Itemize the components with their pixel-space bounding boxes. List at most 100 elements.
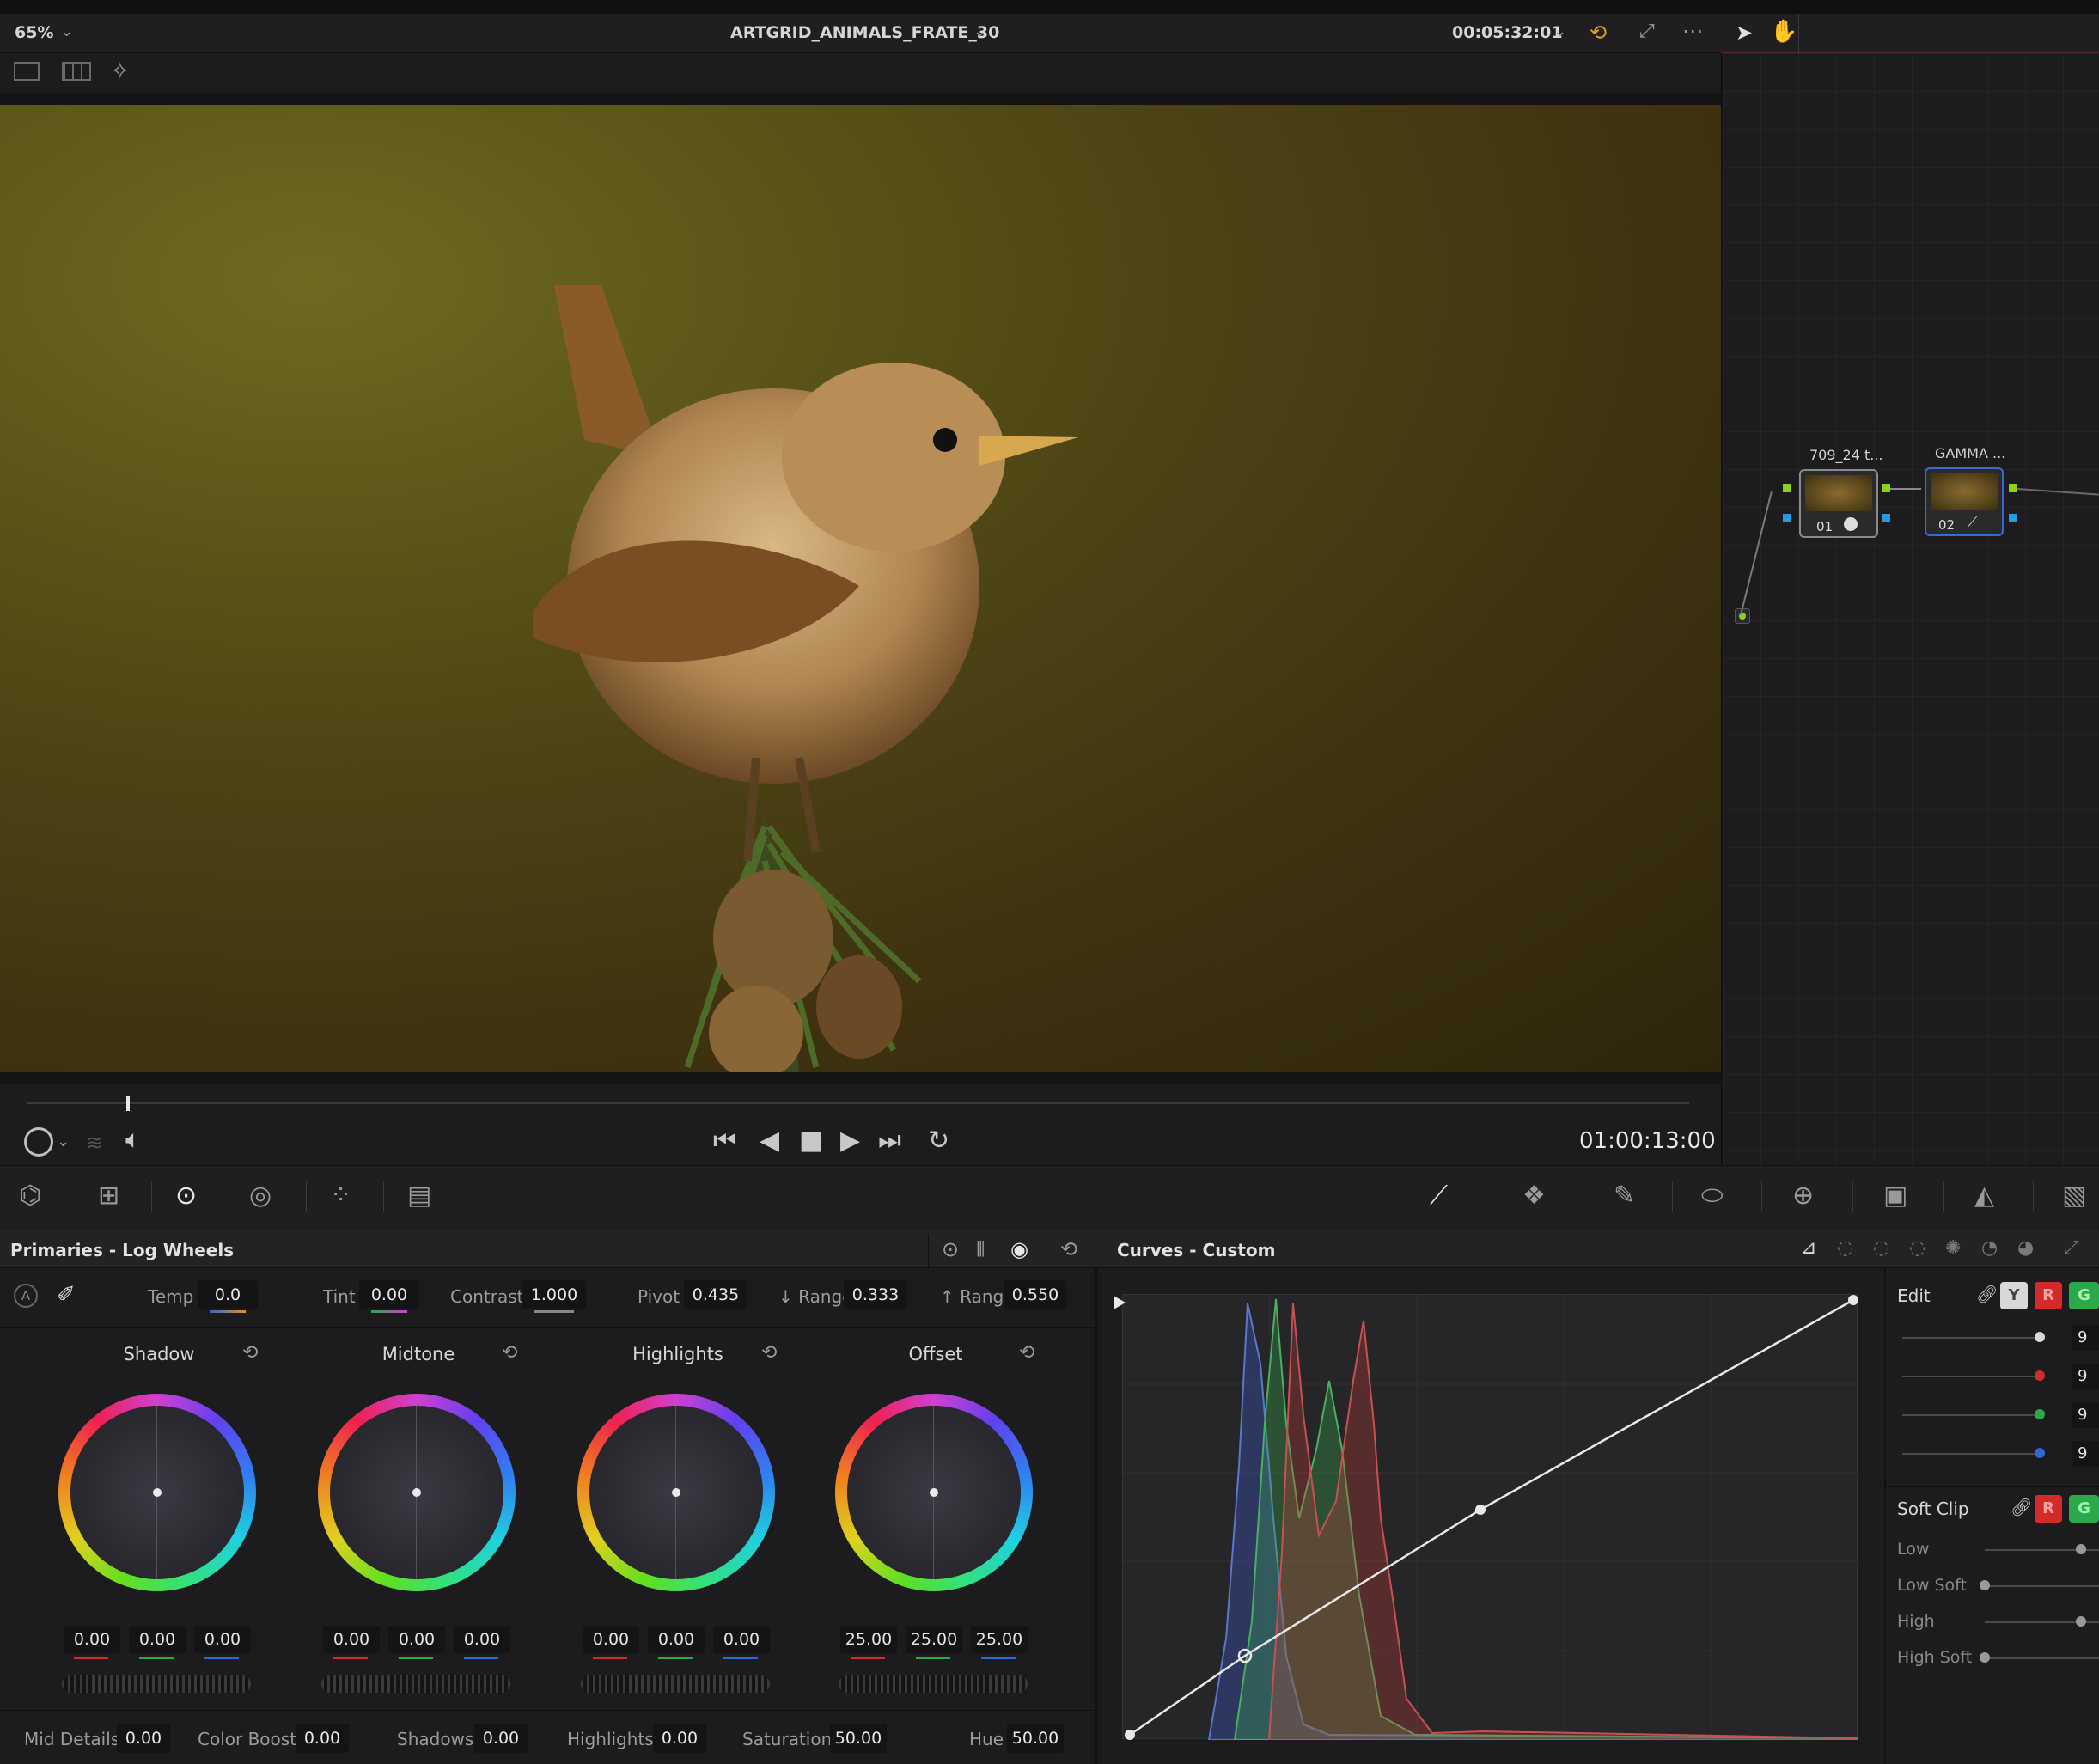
slider-knob[interactable] [2076,1616,2086,1627]
offset-reset-icon[interactable]: ⟲ [1019,1342,1034,1364]
midtone-reset-icon[interactable]: ⟲ [502,1342,517,1364]
y-intensity-value[interactable]: 9 [2072,1325,2099,1351]
loop-icon[interactable]: ↻ [928,1128,949,1154]
timecode-dropdown-icon[interactable]: ⌄ [1553,22,1566,40]
node-output-alpha[interactable] [1882,514,1890,522]
curve-point[interactable] [1848,1295,1858,1305]
curve-point[interactable] [1125,1730,1135,1740]
link-icon[interactable]: 🔗︎ [1976,1284,1998,1304]
tracker-icon[interactable]: ⊕ [1792,1183,1814,1209]
highlight-toggle-icon[interactable]: ⟲ [1590,21,1607,45]
g-intensity-value[interactable]: 9 [2072,1402,2099,1428]
hue-vs-sat-icon[interactable]: ◌ [1873,1237,1889,1259]
slider-knob[interactable] [2035,1409,2045,1419]
temp-field[interactable]: 0.0 [198,1280,258,1309]
highlights-wheel[interactable] [577,1394,775,1591]
blur-icon[interactable]: ◭ [1974,1183,1994,1209]
log-wheels-icon[interactable]: ◉ [1010,1237,1028,1261]
hue-field[interactable]: 50.00 [1007,1724,1064,1753]
soft-clip-low-soft-slider[interactable] [1985,1585,2099,1587]
color-match-icon[interactable]: ⊞ [98,1183,119,1209]
volume-icon[interactable]: 🔈︎ [125,1127,141,1153]
shadow-green-value[interactable]: 0.00 [129,1626,186,1653]
curve-point[interactable] [1475,1505,1486,1515]
highlights-green-value[interactable]: 0.00 [648,1626,705,1653]
r-intensity-slider[interactable] [1902,1376,2040,1377]
soft-clip-link-icon[interactable]: 🔗︎ [2011,1497,2032,1517]
wheel-puck[interactable] [153,1488,162,1497]
expand-icon[interactable]: ⤢ [2064,1237,2079,1259]
reset-all-icon[interactable]: ⟲ [1060,1237,1077,1261]
offset-blue-value[interactable]: 25.00 [971,1626,1028,1653]
fullscreen-icon[interactable]: ⤢ [1639,21,1655,42]
hue-vs-lum-icon[interactable]: ◌ [1909,1237,1925,1259]
midtone-master-jog[interactable] [321,1675,510,1693]
ripple-icon[interactable] [24,1127,53,1157]
highlights-adjust-field[interactable]: 0.00 [653,1724,706,1753]
slider-knob[interactable] [2035,1332,2045,1342]
clip-dropdown-icon[interactable]: ⌄ [973,22,986,40]
color-wheels-icon[interactable]: ⊙ [175,1183,197,1209]
node-output-alpha[interactable] [2009,514,2017,522]
shadow-reset-icon[interactable]: ⟲ [242,1342,258,1364]
contrast-field[interactable]: 1.000 [522,1280,586,1309]
layers-icon[interactable]: ≋ [86,1131,103,1155]
midtone-blue-value[interactable]: 0.00 [454,1626,510,1653]
zoom-dropdown-icon[interactable]: ⌄ [60,22,73,40]
ripple-dropdown-icon[interactable]: ⌄ [57,1132,70,1151]
stop-icon[interactable]: ■ [799,1128,823,1154]
tint-field[interactable]: 0.00 [359,1280,419,1309]
shadow-blue-value[interactable]: 0.00 [194,1626,251,1653]
node-output-rgb[interactable] [2009,484,2017,492]
slider-knob[interactable] [2035,1448,2045,1458]
more-options-icon[interactable]: ⋯ [1682,19,1703,43]
channel-y-toggle[interactable]: Y [2000,1282,2028,1309]
play-icon[interactable]: ▶ [840,1128,860,1154]
qualifier-icon[interactable]: ✎ [1614,1183,1635,1209]
window-icon[interactable]: ⬭ [1701,1183,1724,1209]
camera-raw-icon[interactable]: ⌬ [19,1183,41,1209]
single-viewer-icon[interactable] [14,62,40,81]
slider-knob[interactable] [1980,1580,1990,1590]
sat-vs-lum-icon[interactable]: ◕ [2017,1237,2034,1259]
r-intensity-value[interactable]: 9 [2072,1364,2099,1389]
node-input-alpha[interactable] [1783,514,1791,522]
magic-wand-icon[interactable]: ✧ [110,57,130,85]
lum-vs-sat-icon[interactable]: ✺ [1945,1237,1961,1259]
zoom-level[interactable]: 65% [15,23,53,42]
shadow-wheel[interactable] [58,1394,256,1591]
custom-curve-icon[interactable]: ⊿ [1801,1237,1816,1259]
channel-g-toggle[interactable]: G [2069,1282,2099,1309]
midtone-green-value[interactable]: 0.00 [388,1626,445,1653]
mid-details-field[interactable]: 0.00 [117,1724,170,1753]
clip-name[interactable]: ARTGRID_ANIMALS_FRATE_30 [730,23,999,42]
grid-viewer-icon[interactable] [62,62,91,81]
high-range-field[interactable]: 0.550 [1004,1280,1067,1309]
go-to-start-icon[interactable]: ⏮ [713,1128,736,1154]
hue-vs-hue-icon[interactable]: ◌ [1837,1237,1853,1259]
g-intensity-slider[interactable] [1902,1414,2040,1416]
wheel-puck[interactable] [672,1488,680,1497]
rgb-mixer-icon[interactable]: ⁘ [330,1183,351,1209]
picker-icon[interactable]: ✐ [57,1282,76,1308]
primaries-bars-mode-icon[interactable]: ⊙ [942,1237,959,1261]
wheel-puck[interactable] [930,1488,938,1497]
hand-tool-icon[interactable]: ✋ [1770,19,1797,45]
midtone-red-value[interactable]: 0.00 [323,1626,380,1653]
go-to-end-icon[interactable]: ⏭ [878,1128,901,1154]
y-intensity-slider[interactable] [1902,1337,2040,1339]
node-02[interactable]: 02 ⟋ [1925,467,2004,536]
node-01[interactable]: 01 [1799,469,1878,538]
highlights-reset-icon[interactable]: ⟲ [761,1342,777,1364]
b-intensity-slider[interactable] [1902,1453,2040,1455]
midtone-wheel[interactable] [318,1394,516,1591]
scrubber-track[interactable] [27,1102,1689,1104]
node-input-rgb[interactable] [1783,484,1791,492]
magic-mask-icon[interactable]: ▣ [1883,1183,1907,1209]
pivot-field[interactable]: 0.435 [684,1280,747,1309]
curve-graph[interactable] [1122,1294,1859,1741]
node-editor[interactable] [1721,53,2099,1165]
low-range-field[interactable]: 0.333 [844,1280,907,1309]
soft-clip-r-toggle[interactable]: R [2035,1495,2062,1523]
wheel-puck[interactable] [412,1488,421,1497]
